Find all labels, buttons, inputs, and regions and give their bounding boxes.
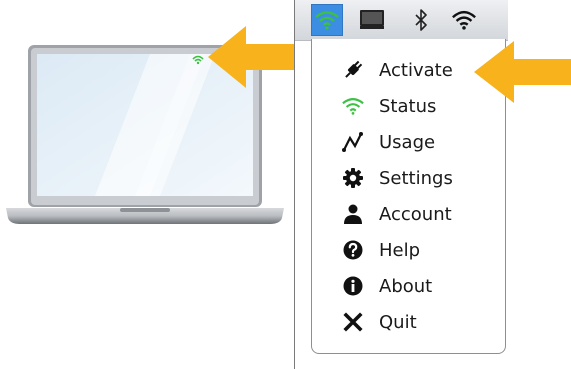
close-icon: [342, 311, 364, 333]
menu-item-settings[interactable]: Settings: [312, 161, 505, 195]
user-icon: [342, 203, 364, 225]
menu-item-label: Status: [379, 95, 437, 117]
info-circle-icon: [342, 275, 364, 297]
menu-item-quit[interactable]: Quit: [312, 305, 505, 339]
wifi-status-icon[interactable]: [311, 4, 343, 36]
menu-item-label: Account: [379, 203, 452, 225]
plug-icon: [342, 59, 364, 81]
monitor-icon[interactable]: [359, 8, 385, 32]
menu-item-account[interactable]: Account: [312, 197, 505, 231]
chart-line-icon: [342, 131, 364, 153]
menu-item-label: Usage: [379, 131, 436, 153]
menu-item-label: Settings: [379, 167, 453, 189]
pointer-arrow-activate: [474, 41, 571, 103]
bluetooth-icon[interactable]: [408, 8, 434, 32]
menu-bar: [295, 0, 508, 41]
gear-icon: [342, 167, 364, 189]
pointer-arrow-laptop: [208, 26, 294, 88]
menu-item-label: Quit: [379, 311, 417, 333]
menu-item-about[interactable]: About: [312, 269, 505, 303]
menu-item-help[interactable]: Help: [312, 233, 505, 267]
divider-line: [294, 0, 295, 369]
wifi-icon[interactable]: [451, 8, 477, 32]
menu-item-label: Help: [379, 239, 421, 261]
question-circle-icon: [342, 239, 364, 261]
wifi-signal-icon: [342, 95, 364, 117]
menu-item-label: About: [379, 275, 433, 297]
menu-item-usage[interactable]: Usage: [312, 125, 505, 159]
menu-item-label: Activate: [379, 59, 453, 81]
